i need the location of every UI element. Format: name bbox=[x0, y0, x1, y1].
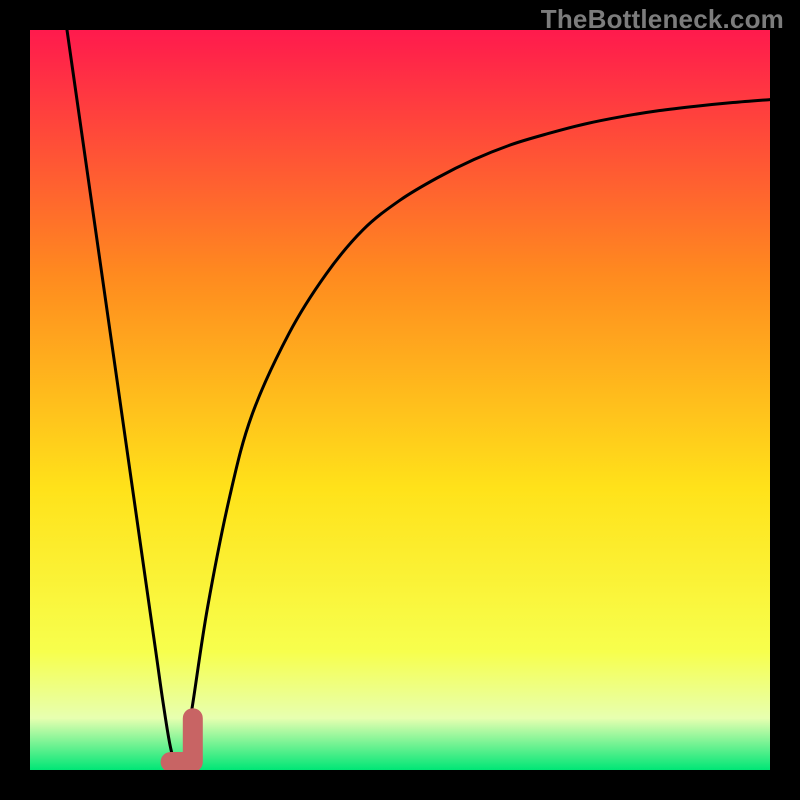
chart-frame: TheBottleneck.com bbox=[0, 0, 800, 800]
plot-area bbox=[30, 30, 770, 770]
gradient-background bbox=[30, 30, 770, 770]
chart-svg bbox=[30, 30, 770, 770]
